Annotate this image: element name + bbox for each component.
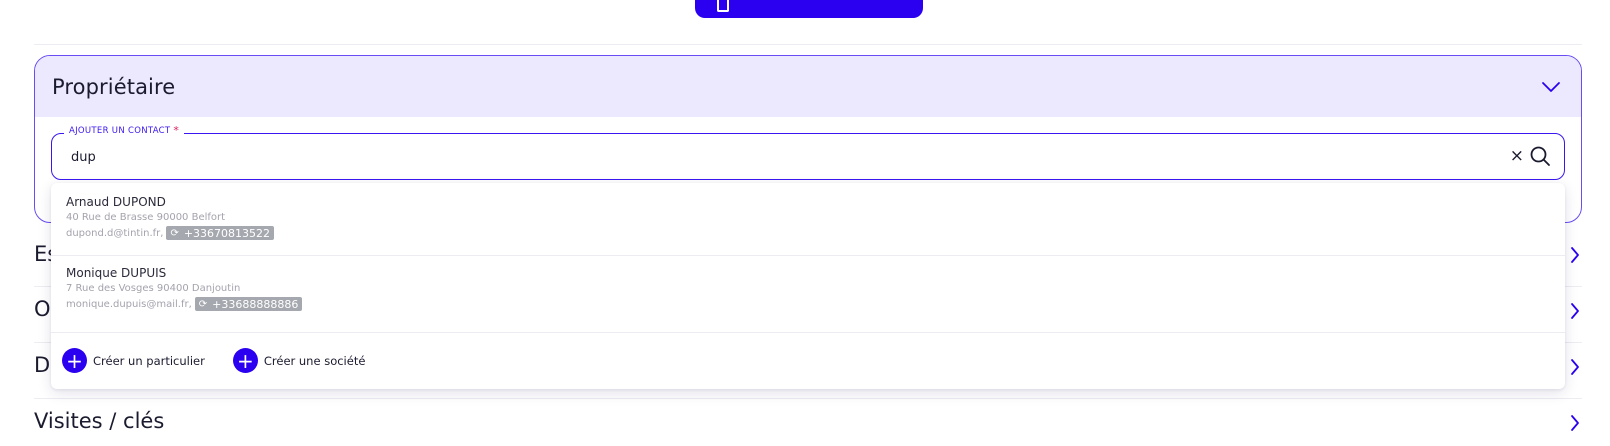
chevron-down-icon[interactable] [1541, 81, 1561, 93]
contact-details: dupond.d@tintin.fr, ⟳ +33670813522 [66, 226, 1565, 240]
owner-section-header[interactable]: Propriétaire [35, 56, 1581, 117]
create-individual-button[interactable]: + Créer un particulier [62, 348, 205, 373]
suggestion-item[interactable]: Arnaud DUPOND 40 Rue de Brasse 90000 Bel… [51, 195, 1565, 240]
contact-phone: +33670813522 [183, 226, 271, 240]
contact-search-input[interactable] [71, 146, 1451, 168]
contact-email: dupond.d@tintin.fr, [66, 227, 164, 239]
suggestion-item[interactable]: Monique DUPUIS 7 Rue des Vosges 90400 Da… [51, 266, 1565, 311]
chevron-right-icon[interactable] [1570, 414, 1580, 436]
contact-suggestions-dropdown: Arnaud DUPOND 40 Rue de Brasse 90000 Bel… [51, 183, 1565, 389]
phone-badge: ⟳ +33688888886 [194, 297, 303, 311]
field-label-text: AJOUTER UN CONTACT [69, 126, 171, 136]
chevron-right-icon[interactable] [1570, 358, 1580, 380]
phone-badge: ⟳ +33670813522 [166, 226, 275, 240]
divider [34, 44, 1582, 45]
contact-search-field: AJOUTER UN CONTACT * × [51, 125, 1565, 180]
create-company-label: Créer une société [263, 353, 366, 368]
section-title[interactable]: O [34, 297, 51, 321]
create-actions: + Créer un particulier + Créer une socié… [62, 348, 393, 373]
divider [34, 398, 1582, 399]
contact-email: monique.dupuis@mail.fr, [66, 298, 192, 310]
contact-name: Arnaud DUPOND [66, 195, 166, 209]
document-icon [717, 0, 729, 12]
required-marker: * [173, 124, 180, 137]
contact-phone: +33688888886 [212, 297, 299, 311]
contact-address: 40 Rue de Brasse 90000 Belfort [66, 212, 226, 223]
search-icon[interactable] [1529, 145, 1551, 171]
contact-details: monique.dupuis@mail.fr, ⟳ +33688888886 [66, 297, 1565, 311]
chevron-right-icon[interactable] [1570, 246, 1580, 268]
clear-icon[interactable]: × [1510, 146, 1524, 166]
plus-icon: + [62, 348, 87, 373]
chevron-right-icon[interactable] [1570, 302, 1580, 324]
sync-icon: ⟳ [198, 298, 208, 310]
section-title[interactable]: Visites / clés [34, 409, 164, 433]
create-individual-label: Créer un particulier [93, 353, 205, 368]
plus-icon: + [232, 348, 258, 373]
contact-name: Monique DUPUIS [66, 266, 167, 280]
contact-address: 7 Rue des Vosges 90400 Danjoutin [66, 283, 241, 294]
divider [51, 332, 1565, 333]
owner-section-title: Propriétaire [52, 74, 176, 99]
sync-icon: ⟳ [170, 227, 179, 239]
field-label: AJOUTER UN CONTACT * [64, 124, 185, 137]
section-title[interactable]: D [34, 353, 50, 377]
top-action-button[interactable] [695, 0, 923, 18]
divider [51, 255, 1565, 256]
create-company-button[interactable]: + Créer une société [232, 348, 366, 373]
